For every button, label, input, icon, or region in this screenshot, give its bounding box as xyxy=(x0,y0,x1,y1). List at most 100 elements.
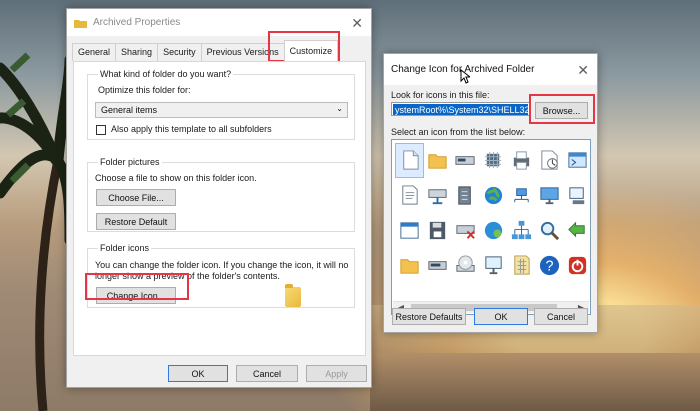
power-icon[interactable] xyxy=(564,249,591,282)
network-tree-icon-glyph xyxy=(511,220,532,240)
tab-general[interactable]: General xyxy=(72,43,117,61)
network-icon[interactable] xyxy=(508,179,535,212)
folder-title-icon xyxy=(74,19,87,28)
removable-drive-icon[interactable] xyxy=(452,144,479,177)
choose-file-button[interactable]: Choose File... xyxy=(96,189,176,206)
blank-document-icon[interactable] xyxy=(395,143,424,178)
world-network-icon[interactable] xyxy=(480,214,507,247)
folder-icon-glyph xyxy=(428,154,447,169)
folder-template-select[interactable]: General items ⌄ xyxy=(95,102,348,118)
customize-panel: What kind of folder do you want? Optimiz… xyxy=(73,61,366,356)
terminal-window-icon[interactable] xyxy=(564,144,591,177)
folder-pictures-group: Folder pictures Choose a file to show on… xyxy=(87,157,355,232)
grid-document-icon-glyph xyxy=(514,255,530,275)
globe-icon-glyph xyxy=(484,186,503,205)
apply-button: Apply xyxy=(306,365,367,382)
icon-list[interactable]: ? ◀ ▶ xyxy=(391,139,591,315)
folder-template-value: General items xyxy=(101,105,158,115)
network-drive-icon-glyph xyxy=(428,189,447,205)
folder-open-icon[interactable] xyxy=(396,249,423,282)
arrow-icon[interactable] xyxy=(564,214,591,247)
folder-open-icon-glyph xyxy=(400,259,419,274)
grid-document-icon[interactable] xyxy=(508,249,535,282)
network-drive-icon[interactable] xyxy=(424,179,451,212)
folder-preview-icon xyxy=(285,284,301,307)
cd-drive-icon[interactable] xyxy=(452,249,479,282)
icon-file-path-value: ystemRoot%\System32\SHELL32.dll xyxy=(393,104,530,115)
archived-properties-window: Archived Properties ✕ General Sharing Se… xyxy=(66,8,372,388)
printer-icon[interactable] xyxy=(508,144,535,177)
folder-type-legend: What kind of folder do you want? xyxy=(98,69,234,79)
clock-document-icon[interactable] xyxy=(536,144,563,177)
computer-icon-glyph xyxy=(569,187,585,205)
clock-document-icon-glyph xyxy=(541,150,558,170)
folder-pictures-legend: Folder pictures xyxy=(98,157,162,167)
computer-icon[interactable] xyxy=(564,179,591,212)
change-icon-dialog: Change Icon for Archived Folder ✕ Look f… xyxy=(383,53,598,333)
disconnected-drive-icon-glyph xyxy=(456,225,475,239)
removable-drive-icon-glyph xyxy=(455,156,475,165)
blank-document-icon-glyph xyxy=(403,150,419,170)
text-document-icon-glyph xyxy=(402,185,418,205)
network-icon-glyph xyxy=(514,188,529,203)
icon-file-path-input[interactable]: ystemRoot%\System32\SHELL32.dll xyxy=(391,102,530,116)
apply-subfolders-label: Also apply this template to all subfolde… xyxy=(111,124,272,134)
chevron-down-icon: ⌄ xyxy=(336,104,343,113)
application-window-icon-glyph xyxy=(400,222,419,239)
monitor-icon[interactable] xyxy=(480,249,507,282)
disk-floppy-icon[interactable] xyxy=(424,214,451,247)
apply-subfolders-checkbox[interactable] xyxy=(96,125,106,135)
icon-list-label: Select an icon from the list below: xyxy=(391,127,526,137)
display-icon-glyph xyxy=(540,187,559,205)
help-icon-glyph: ? xyxy=(539,255,560,276)
restore-default-button[interactable]: Restore Default xyxy=(96,213,176,230)
properties-tab-strip: General Sharing Security Previous Versio… xyxy=(72,40,339,62)
close-icon[interactable]: ✕ xyxy=(351,16,363,30)
server-icon[interactable] xyxy=(452,179,479,212)
tab-customize[interactable]: Customize xyxy=(283,40,339,61)
svg-text:?: ? xyxy=(546,258,554,274)
printer-icon-glyph xyxy=(513,151,530,170)
world-network-icon-glyph xyxy=(484,221,503,240)
browse-highlight xyxy=(529,94,595,124)
folder-icons-description-line-1: You can change the folder icon. If you c… xyxy=(95,260,349,270)
disk-floppy-icon-glyph xyxy=(429,221,446,240)
beach xyxy=(370,353,700,411)
change-icon-title-bar: Change Icon for Archived Folder ✕ xyxy=(384,54,597,85)
tab-sharing[interactable]: Sharing xyxy=(115,43,159,61)
icon-ok-button[interactable]: OK xyxy=(474,308,528,325)
folder-icons-legend: Folder icons xyxy=(98,243,152,253)
folder-icon[interactable] xyxy=(424,144,451,177)
optimize-label: Optimize this folder for: xyxy=(98,85,191,95)
monitor-icon-glyph xyxy=(485,256,502,275)
close-icon[interactable]: ✕ xyxy=(577,63,589,77)
disconnected-drive-icon[interactable] xyxy=(452,214,479,247)
chip-icon-glyph xyxy=(484,151,502,169)
text-document-icon[interactable] xyxy=(396,179,423,212)
server-icon-glyph xyxy=(458,186,471,205)
globe-icon[interactable] xyxy=(480,179,507,212)
network-tree-icon[interactable] xyxy=(508,214,535,247)
change-icon-highlight xyxy=(85,273,189,300)
icon-file-label: Look for icons in this file: xyxy=(391,90,490,100)
cancel-button[interactable]: Cancel xyxy=(236,365,298,382)
power-icon-glyph xyxy=(568,256,587,275)
cd-drive-icon-glyph xyxy=(456,255,475,272)
ok-button[interactable]: OK xyxy=(168,365,228,382)
folder-type-group: What kind of folder do you want? Optimiz… xyxy=(87,69,355,140)
folder-picture-instruction: Choose a file to show on this folder ico… xyxy=(95,173,257,183)
icon-cancel-button[interactable]: Cancel xyxy=(534,308,588,325)
tab-security[interactable]: Security xyxy=(157,43,202,61)
hard-drive-icon[interactable] xyxy=(424,249,451,282)
properties-title: Archived Properties xyxy=(93,17,181,28)
palm-tree-icon xyxy=(0,52,70,411)
display-icon[interactable] xyxy=(536,179,563,212)
search-icon-glyph xyxy=(540,221,560,241)
search-icon[interactable] xyxy=(536,214,563,247)
application-window-icon[interactable] xyxy=(396,214,423,247)
restore-defaults-button[interactable]: Restore Defaults xyxy=(392,308,466,325)
terminal-window-icon-glyph xyxy=(568,152,587,168)
help-icon[interactable]: ? xyxy=(536,249,563,282)
chip-icon[interactable] xyxy=(480,144,507,177)
hard-drive-icon-glyph xyxy=(428,261,447,270)
